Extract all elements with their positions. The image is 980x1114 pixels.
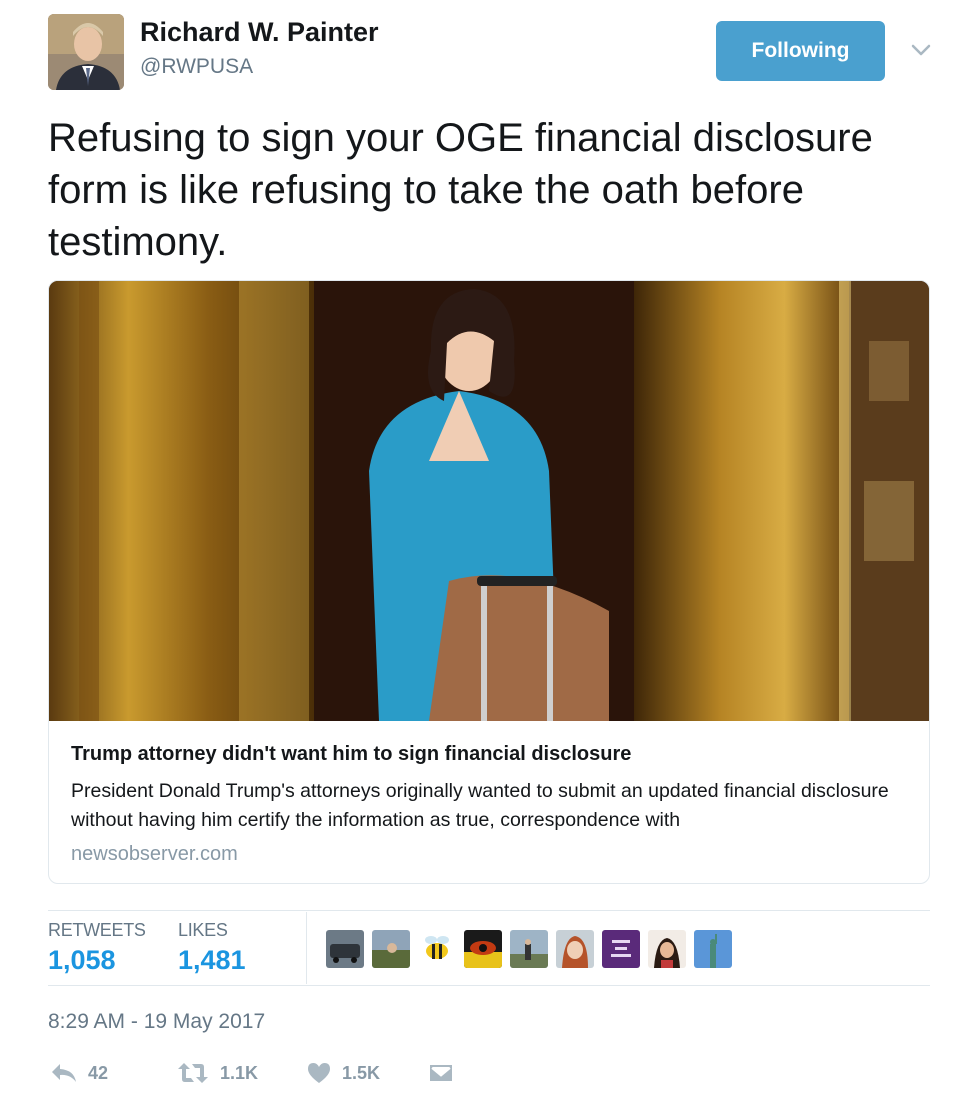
liker-avatar[interactable] (648, 930, 686, 968)
retweet-count: 1.1K (220, 1062, 259, 1083)
liker-avatar[interactable] (418, 930, 456, 968)
following-button[interactable]: Following (716, 21, 885, 81)
chevron-down-icon[interactable] (906, 37, 936, 63)
like-button[interactable]: 1.5K (306, 1058, 380, 1088)
retweets-label: RETWEETS (48, 920, 146, 940)
retweets-count: 1,058 (48, 945, 116, 975)
liker-avatar[interactable] (510, 930, 548, 968)
user-handle[interactable]: @RWPUSA (140, 55, 253, 79)
stats-divider-vertical (306, 912, 307, 984)
liker-avatar[interactable] (372, 930, 410, 968)
liker-avatar[interactable] (464, 930, 502, 968)
stats-divider-bottom (48, 985, 930, 986)
like-count: 1.5K (342, 1062, 381, 1083)
link-card[interactable]: Trump attorney didn't want him to sign f… (48, 280, 930, 884)
reply-button[interactable]: 42 (50, 1058, 108, 1088)
display-name[interactable]: Richard W. Painter (140, 17, 379, 48)
tweet-text: Refusing to sign your OGE financial disc… (48, 116, 873, 264)
card-domain: newsobserver.com (71, 843, 238, 865)
liker-avatar[interactable] (602, 930, 640, 968)
heart-icon (308, 1063, 330, 1083)
liker-avatar[interactable] (694, 930, 732, 968)
liker-avatar[interactable] (556, 930, 594, 968)
user-avatar[interactable] (48, 14, 124, 90)
likes-label: LIKES (178, 920, 228, 940)
envelope-icon (430, 1065, 452, 1081)
likes-count: 1,481 (178, 945, 246, 975)
liker-avatars (326, 930, 732, 968)
card-title: Trump attorney didn't want him to sign f… (71, 743, 632, 765)
stats-divider-top (48, 910, 930, 911)
user-avatar-photo (48, 14, 124, 90)
likes-stat[interactable]: LIKES 1,481 (178, 920, 246, 976)
card-image (49, 281, 929, 721)
liker-avatar[interactable] (326, 930, 364, 968)
direct-message-button[interactable] (428, 1058, 454, 1088)
reply-icon (52, 1064, 76, 1082)
reply-count: 42 (88, 1062, 109, 1083)
tweet-timestamp[interactable]: 8:29 AM - 19 May 2017 (48, 1010, 265, 1034)
card-description: President Donald Trump's attorneys origi… (71, 780, 889, 831)
retweet-icon (178, 1063, 208, 1083)
retweets-stat[interactable]: RETWEETS 1,058 (48, 920, 146, 976)
retweet-button[interactable]: 1.1K (176, 1058, 258, 1088)
